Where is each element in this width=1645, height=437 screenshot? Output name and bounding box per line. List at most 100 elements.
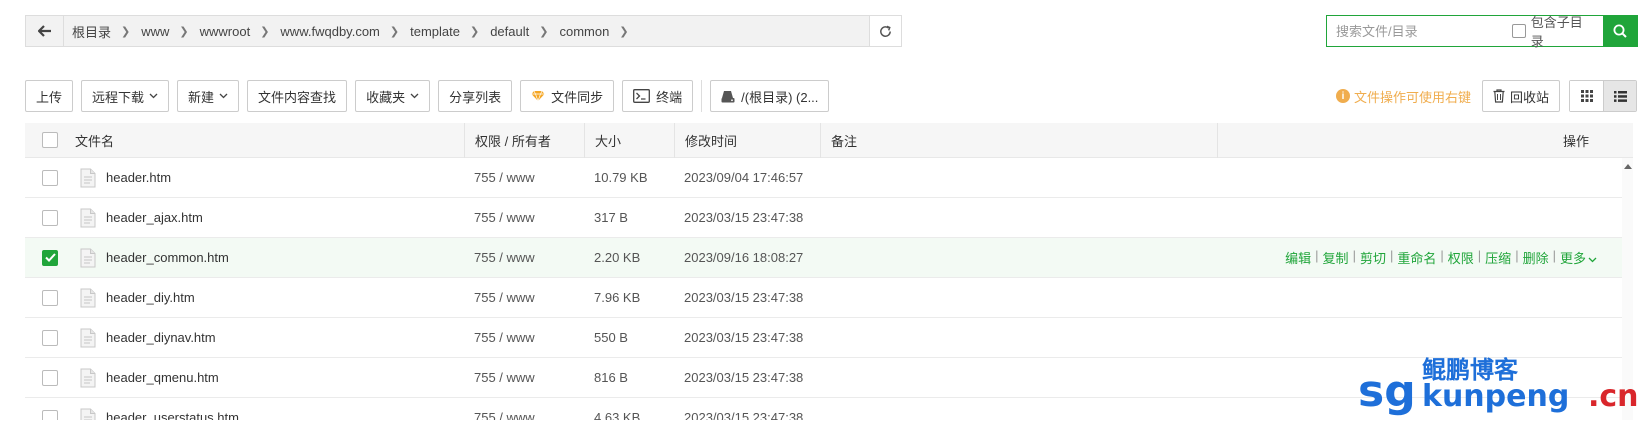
size-cell: 550 B <box>594 330 628 345</box>
perm-cell[interactable]: 755 / www <box>464 410 584 420</box>
op-separator: | <box>1440 248 1444 263</box>
table-row[interactable]: header_common.htm 755 / www 2.20 KB 2023/09… <box>25 238 1622 278</box>
header-name[interactable]: 文件名 <box>75 123 464 158</box>
perm-cell[interactable]: 755 / www <box>464 250 584 265</box>
header-mtime[interactable]: 修改时间 <box>674 122 820 158</box>
file-name[interactable]: header_ajax.htm <box>106 210 203 225</box>
chevron-right-icon[interactable]: ❯ <box>619 25 628 38</box>
file-sync-button[interactable]: 文件同步 <box>520 80 615 112</box>
grid-view-button[interactable] <box>1570 81 1603 111</box>
search-input[interactable] <box>1327 16 1512 46</box>
back-button[interactable] <box>26 16 64 46</box>
table-header: 文件名 权限 / 所有者 大小 修改时间 备注 操作 <box>25 122 1633 158</box>
breadcrumb-item[interactable]: www ❯ <box>141 24 199 39</box>
file-name-cell[interactable]: header_diy.htm <box>75 288 464 308</box>
row-op-1[interactable]: 复制 <box>1323 248 1349 267</box>
row-checkbox[interactable] <box>42 169 58 186</box>
chevron-right-icon[interactable]: ❯ <box>179 25 188 38</box>
file-icon <box>80 288 96 308</box>
perm-cell[interactable]: 755 / www <box>464 370 584 385</box>
chevron-right-icon[interactable]: ❯ <box>390 25 399 38</box>
row-checkbox[interactable] <box>42 409 58 420</box>
table-row[interactable]: header_diy.htm 755 / www 7.96 KB 2023/03/15… <box>25 278 1622 318</box>
file-name[interactable]: header_common.htm <box>106 250 229 265</box>
mtime-cell: 2023/09/16 18:08:27 <box>684 250 804 265</box>
list-view-button[interactable] <box>1603 81 1636 111</box>
share-list-button[interactable]: 分享列表 <box>438 80 513 112</box>
terminal-button[interactable]: 终端 <box>622 80 694 112</box>
mtime-cell: 2023/03/15 23:47:38 <box>684 290 804 305</box>
row-checkbox[interactable] <box>42 329 58 346</box>
row-op-5[interactable]: 压缩 <box>1485 248 1511 267</box>
breadcrumb-item[interactable]: common ❯ <box>559 24 639 39</box>
file-name[interactable]: header_qmenu.htm <box>106 370 219 385</box>
new-button[interactable]: 新建 <box>177 80 240 112</box>
file-name[interactable]: header_userstatus.htm <box>106 410 239 420</box>
content-search-button[interactable]: 文件内容查找 <box>247 80 348 112</box>
perm-cell[interactable]: 755 / www <box>464 290 584 305</box>
list-icon <box>1613 90 1627 102</box>
row-op-4[interactable]: 权限 <box>1448 248 1474 267</box>
row-op-6[interactable]: 删除 <box>1523 248 1549 267</box>
search-button[interactable] <box>1602 15 1638 47</box>
breadcrumb-item[interactable]: template ❯ <box>410 24 490 39</box>
checkbox[interactable] <box>1512 24 1526 38</box>
file-name-cell[interactable]: header_diynav.htm <box>75 328 464 348</box>
file-name-cell[interactable]: header_common.htm <box>75 248 464 268</box>
breadcrumb-label: www <box>141 23 170 39</box>
chevron-right-icon[interactable]: ❯ <box>539 25 548 38</box>
perm-cell[interactable]: 755 / www <box>464 330 584 345</box>
op-separator: | <box>1315 248 1319 263</box>
perm-cell[interactable]: 755 / www <box>464 170 584 185</box>
select-all-checkbox[interactable] <box>42 132 58 148</box>
scroll-up-arrow[interactable] <box>1622 161 1633 172</box>
breadcrumb-label: 根目录 <box>72 24 112 40</box>
file-name-cell[interactable]: header_qmenu.htm <box>75 368 464 388</box>
file-icon <box>80 368 96 388</box>
file-name[interactable]: header.htm <box>106 170 171 185</box>
row-checkbox[interactable] <box>42 369 58 386</box>
perm-cell[interactable]: 755 / www <box>464 210 584 225</box>
breadcrumb-item[interactable]: 根目录 ❯ <box>72 22 141 41</box>
favorites-button[interactable]: 收藏夹 <box>355 80 431 112</box>
breadcrumb-item[interactable]: default ❯ <box>490 24 559 39</box>
table-row[interactable]: header_ajax.htm 755 / www 317 B 2023/03/15 … <box>25 198 1622 238</box>
tip-text: 文件操作可使用右键 <box>1353 89 1471 105</box>
row-op-3[interactable]: 重命名 <box>1397 248 1436 267</box>
more-ops-button[interactable]: 更多 <box>1560 248 1597 267</box>
header-note: 备注 <box>820 122 1217 158</box>
header-perm[interactable]: 权限 / 所有者 <box>464 122 584 158</box>
arrow-left-icon <box>37 25 51 37</box>
table-row[interactable]: header.htm 755 / www 10.79 KB 2023/09/04 17… <box>25 158 1622 198</box>
file-name-cell[interactable]: header_ajax.htm <box>75 208 464 228</box>
disk-button[interactable]: /(根目录) (2... <box>710 80 830 112</box>
file-name-cell[interactable]: header_userstatus.htm <box>75 408 464 420</box>
file-name[interactable]: header_diy.htm <box>106 290 195 305</box>
row-checkbox[interactable] <box>42 249 58 266</box>
diamond-icon <box>531 90 545 102</box>
breadcrumb-item[interactable]: wwwroot ❯ <box>200 24 281 39</box>
watermark-sg: sg <box>1358 366 1416 417</box>
header-size[interactable]: 大小 <box>584 122 674 158</box>
chevron-right-icon[interactable]: ❯ <box>121 25 130 38</box>
remote-download-button[interactable]: 远程下载 <box>81 80 170 112</box>
file-icon <box>80 248 96 268</box>
chevron-right-icon[interactable]: ❯ <box>260 25 269 38</box>
chevron-right-icon[interactable]: ❯ <box>470 25 479 38</box>
select-all-cell <box>25 123 75 158</box>
toolbar-divider <box>701 80 703 112</box>
row-op-0[interactable]: 编辑 <box>1285 248 1311 267</box>
include-subdir-checkbox[interactable]: 包含子目录 <box>1512 12 1595 50</box>
recycle-bin-button[interactable]: 回收站 <box>1481 80 1560 112</box>
view-toggle <box>1569 80 1637 112</box>
row-checkbox[interactable] <box>42 209 58 226</box>
file-name[interactable]: header_diynav.htm <box>106 330 216 345</box>
mtime-cell: 2023/03/15 23:47:38 <box>684 370 804 385</box>
upload-button[interactable]: 上传 <box>25 80 74 112</box>
breadcrumb-item[interactable]: www.fwqdby.com ❯ <box>280 24 410 39</box>
breadcrumb-label: common <box>559 23 610 39</box>
file-name-cell[interactable]: header.htm <box>75 168 464 188</box>
row-op-2[interactable]: 剪切 <box>1360 248 1386 267</box>
row-checkbox[interactable] <box>42 289 58 306</box>
refresh-button[interactable] <box>869 16 901 46</box>
